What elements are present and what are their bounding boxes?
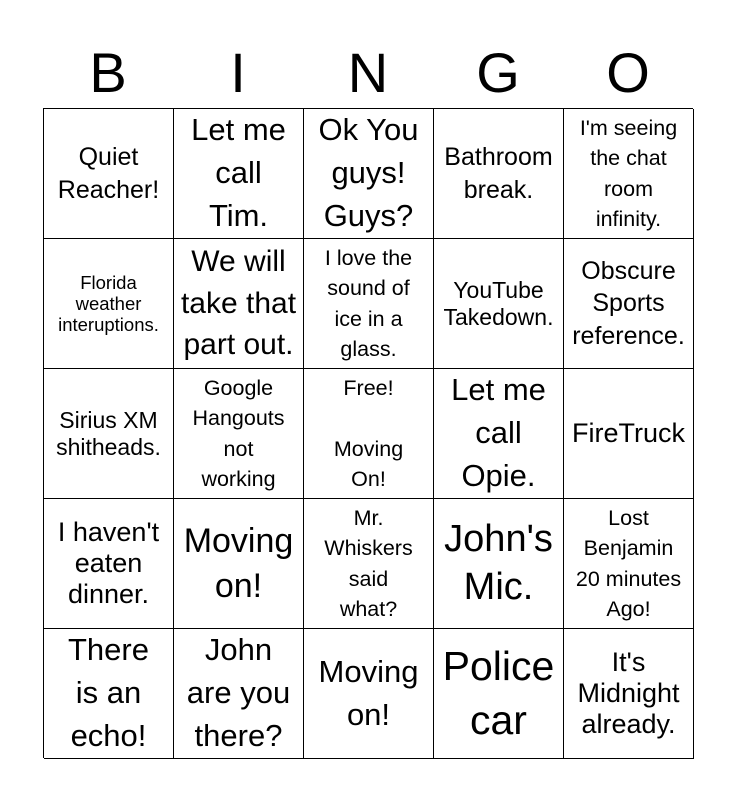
header-letter-g: G [476,41,520,104]
bingo-cell[interactable]: Obscure Sports reference. [564,239,694,369]
bingo-cell-free-space[interactable]: Free! Moving On! [304,369,434,499]
bingo-cell[interactable]: Bathroom break. [434,109,564,239]
bingo-cell[interactable]: Police car [434,629,564,759]
bingo-cell[interactable]: Let me call Opie. [434,369,564,499]
bingo-cell[interactable]: I'm seeing the chat room infinity. [564,109,694,239]
bingo-cell[interactable]: Ok You guys! Guys? [304,109,434,239]
bingo-cell[interactable]: There is an echo! [44,629,174,759]
header-letter-n: N [347,41,389,104]
bingo-header: B I N G O [43,38,693,108]
bingo-cell[interactable]: Florida weather interuptions. [44,239,174,369]
bingo-cell[interactable]: Lost Benjamin 20 minutes Ago! [564,499,694,629]
bingo-cell[interactable]: Google Hangouts not working [174,369,304,499]
header-letter-i: I [230,41,246,104]
bingo-cell[interactable]: I haven't eaten dinner. [44,499,174,629]
bingo-cell[interactable]: Moving on! [174,499,304,629]
bingo-cell[interactable]: Moving on! [304,629,434,759]
header-letter-b: B [89,41,127,104]
bingo-cell[interactable]: Quiet Reacher! [44,109,174,239]
header-letter-o: O [606,41,650,104]
bingo-cell[interactable]: We will take that part out. [174,239,304,369]
bingo-cell[interactable]: John's Mic. [434,499,564,629]
bingo-cell[interactable]: YouTube Takedown. [434,239,564,369]
bingo-cell[interactable]: Let me call Tim. [174,109,304,239]
bingo-cell[interactable]: Sirius XM shitheads. [44,369,174,499]
bingo-cell[interactable]: Mr. Whiskers said what? [304,499,434,629]
bingo-grid: Quiet Reacher! Let me call Tim. Ok You g… [43,108,694,759]
bingo-cell[interactable]: It's Midnight already. [564,629,694,759]
bingo-cell[interactable]: FireTruck [564,369,694,499]
bingo-cell[interactable]: John are you there? [174,629,304,759]
bingo-cell[interactable]: I love the sound of ice in a glass. [304,239,434,369]
